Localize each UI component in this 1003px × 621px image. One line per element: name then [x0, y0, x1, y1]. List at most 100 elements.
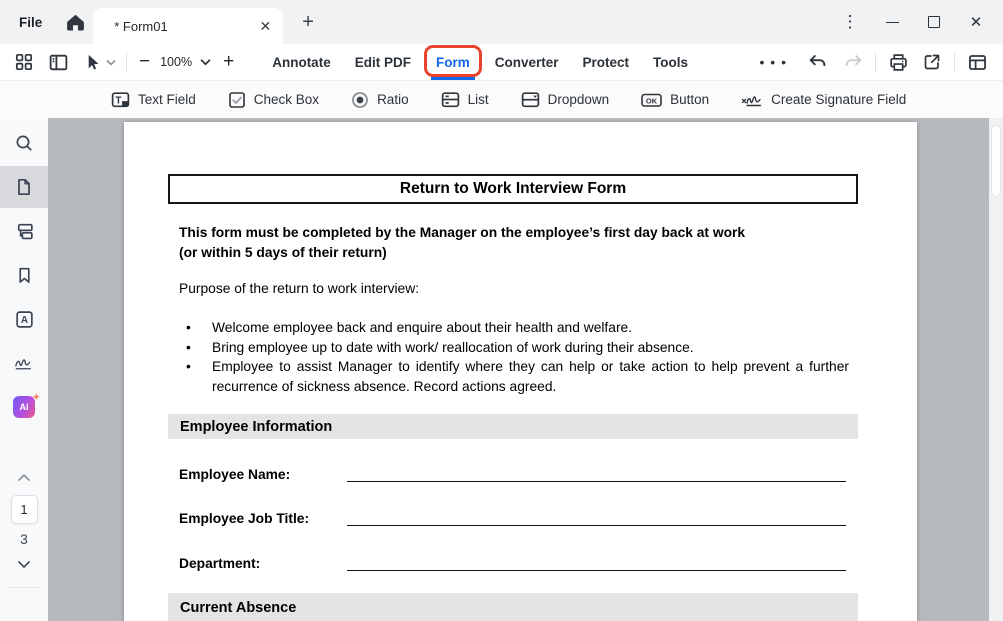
vertical-scrollbar[interactable] [989, 118, 1003, 621]
form-field-row: Employee Job Title: [179, 510, 846, 526]
current-page-input[interactable]: 1 [11, 495, 38, 524]
close-icon: ✕ [970, 13, 983, 31]
form-title-box: Return to Work Interview Form [168, 174, 858, 204]
zoom-dropdown-button[interactable] [195, 48, 215, 76]
zoom-out-button[interactable]: − [135, 51, 154, 73]
tab-edit-pdf[interactable]: Edit PDF [343, 44, 423, 80]
list-box-icon [440, 89, 461, 110]
maximize-button[interactable] [913, 4, 955, 40]
document-viewport[interactable]: Return to Work Interview Form This form … [48, 118, 989, 621]
bullet-text: Welcome employee back and enquire about … [212, 320, 632, 335]
create-signature-field-tool[interactable]: Create Signature Field [740, 90, 906, 110]
minimize-button[interactable] [871, 4, 913, 40]
open-external-icon [922, 52, 942, 72]
tab-tools[interactable]: Tools [641, 44, 700, 80]
bullet-dot: • [186, 318, 191, 338]
button-tool[interactable]: OK Button [640, 90, 709, 110]
section-header-current-absence: Current Absence [168, 593, 858, 621]
select-tool-button[interactable] [80, 48, 118, 76]
bullet-list: • Welcome employee back and enquire abou… [185, 318, 849, 396]
home-button[interactable] [57, 4, 93, 40]
bookmark-icon [15, 266, 34, 285]
sidebar-search-button[interactable] [0, 122, 48, 164]
text-field-icon: T [110, 89, 131, 110]
text-field-tool[interactable]: T Text Field [110, 89, 196, 110]
thumbnail-grid-button[interactable] [10, 48, 38, 76]
tab-converter[interactable]: Converter [483, 44, 571, 80]
form-intro-text: This form must be completed by the Manag… [179, 223, 851, 262]
sidebar-outline-button[interactable] [0, 210, 48, 252]
dropdown-box-icon [520, 89, 541, 110]
form-tools-bar: T Text Field Check Box Ratio [0, 80, 1003, 118]
redo-button[interactable] [839, 48, 867, 76]
intro-line-2: (or within 5 days of their return) [179, 243, 851, 263]
bullet-item: • Employee to assist Manager to identify… [185, 357, 849, 396]
title-tab-bar: File * Form01 ✕ + ⋮ ✕ [0, 0, 1003, 44]
search-icon [14, 133, 34, 153]
print-icon [888, 52, 909, 73]
sidebar-annotations-button[interactable]: A [0, 298, 48, 340]
field-label-department: Department: [179, 556, 347, 571]
more-options-button[interactable]: ⋮ [829, 4, 871, 40]
field-line-employee-job-title[interactable] [347, 510, 846, 526]
share-export-button[interactable] [918, 48, 946, 76]
undo-icon [807, 52, 828, 73]
tab-form[interactable]: Form [430, 44, 476, 80]
bullet-text: Bring employee up to date with work/ rea… [212, 340, 694, 355]
previous-page-button[interactable] [10, 464, 38, 490]
undo-button[interactable] [803, 48, 831, 76]
list-tool[interactable]: List [440, 89, 489, 110]
list-label: List [468, 92, 489, 107]
file-menu[interactable]: File [0, 15, 57, 30]
check-box-tool[interactable]: Check Box [227, 90, 319, 110]
bullet-item: • Welcome employee back and enquire abou… [185, 318, 849, 338]
sidebar-bookmarks-button[interactable] [0, 254, 48, 296]
side-panel-button[interactable] [44, 48, 72, 76]
ok-glyph: OK [646, 96, 658, 105]
button-label: Button [670, 92, 709, 107]
tab-close-icon[interactable]: ✕ [260, 19, 272, 33]
tab-title: * Form01 [114, 19, 167, 34]
check-box-icon [227, 90, 247, 110]
sidebar-signature-button[interactable] [0, 342, 48, 384]
create-signature-field-label: Create Signature Field [771, 92, 906, 107]
tab-protect[interactable]: Protect [570, 44, 641, 80]
bullet-text: Employee to assist Manager to identify w… [212, 359, 849, 394]
form-title: Return to Work Interview Form [400, 180, 626, 198]
zoom-level-value[interactable]: 100% [154, 55, 195, 69]
section-title: Current Absence [180, 600, 296, 616]
new-tab-button[interactable]: + [302, 11, 314, 34]
sidebar-thumbnails-button[interactable] [0, 166, 48, 208]
dropdown-tool[interactable]: Dropdown [520, 89, 610, 110]
tree-structure-icon [14, 221, 35, 242]
page-layout-button[interactable] [963, 48, 991, 76]
cursor-icon [83, 53, 102, 72]
kebab-menu-icon: ⋮ [842, 12, 859, 32]
signature-icon [740, 90, 764, 110]
zoom-in-button[interactable]: + [219, 51, 238, 73]
radio-button-icon [350, 90, 370, 110]
toolbar-right-actions: • • • [750, 48, 991, 76]
next-page-button[interactable] [10, 551, 38, 577]
bullet-item: • Bring employee up to date with work/ r… [185, 338, 849, 358]
field-line-employee-name[interactable] [347, 466, 846, 482]
check-box-label: Check Box [254, 92, 319, 107]
pdf-page[interactable]: Return to Work Interview Form This form … [124, 122, 917, 621]
close-button[interactable]: ✕ [955, 4, 997, 40]
document-tab[interactable]: * Form01 ✕ [93, 8, 283, 44]
sidebar-divider [9, 587, 39, 588]
more-tools-button[interactable]: • • • [750, 54, 797, 70]
sidebar-ai-button[interactable]: AI ✦ [0, 386, 48, 428]
field-line-department[interactable] [347, 555, 846, 571]
page-icon [14, 177, 34, 197]
total-pages-label: 3 [20, 532, 28, 547]
page-navigator: 1 3 [9, 464, 39, 588]
ratio-tool[interactable]: Ratio [350, 90, 409, 110]
tab-form-label: Form [436, 55, 470, 70]
scrollbar-thumb[interactable] [991, 125, 1001, 197]
print-button[interactable] [884, 48, 912, 76]
tab-annotate[interactable]: Annotate [260, 44, 343, 80]
intro-line-1: This form must be completed by the Manag… [179, 223, 851, 243]
redo-icon [843, 52, 864, 73]
main-area: A AI ✦ [0, 118, 1003, 621]
